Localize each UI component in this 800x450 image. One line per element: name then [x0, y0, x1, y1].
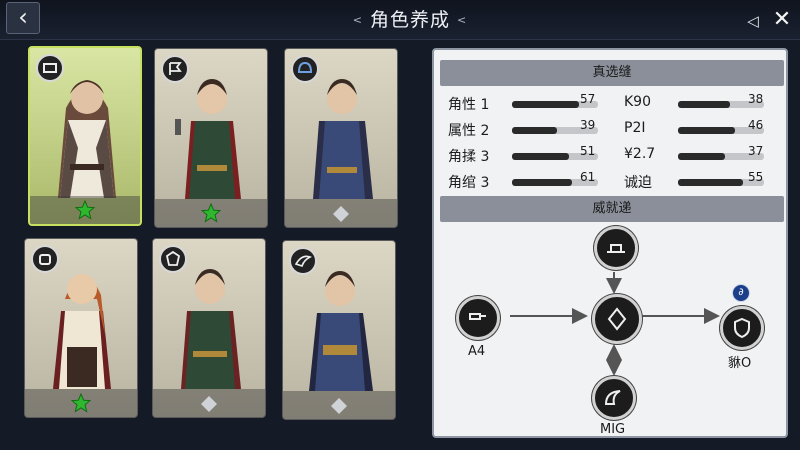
star-icon — [71, 393, 91, 413]
skill-node-hat[interactable] — [594, 226, 638, 270]
skill-node-hammer[interactable] — [456, 296, 500, 340]
character-card-6[interactable] — [282, 240, 396, 420]
character-card-3[interactable] — [284, 48, 398, 228]
emblem-icon — [607, 307, 627, 331]
page-title-text: 角色养成 — [369, 9, 450, 31]
star-icon — [201, 203, 221, 223]
title-deco-left-icon: < — [352, 13, 363, 27]
helmet-icon — [291, 55, 319, 83]
page-title: < 角色养成 < — [330, 4, 490, 36]
close-icon: ✕ — [772, 7, 792, 32]
back-button[interactable]: ‹ — [6, 2, 40, 34]
character-card-1[interactable] — [28, 46, 142, 226]
hammer-icon — [469, 313, 486, 320]
close-button[interactable]: ✕ — [770, 8, 794, 32]
top-bar: ‹ < 角色养成 < ◁ ✕ — [0, 0, 800, 40]
gauntlet-icon — [31, 245, 59, 273]
skill-node-horn[interactable] — [592, 376, 636, 420]
diamond-icon — [331, 398, 347, 414]
hat-icon — [607, 244, 625, 253]
flag-icon — [161, 55, 189, 83]
scroll-icon — [36, 54, 64, 82]
character-card-2[interactable] — [154, 48, 268, 228]
skill-node-shield[interactable] — [720, 306, 764, 350]
upgrade-badge-icon: ∂ — [732, 284, 750, 302]
chevron-left-icon: ‹ — [18, 3, 28, 31]
diamond-icon — [201, 396, 217, 412]
share-icon: ◁ — [747, 12, 759, 30]
wing-icon — [289, 247, 317, 275]
character-card-5[interactable] — [152, 238, 266, 418]
skill-node-label: MIG — [600, 422, 626, 437]
character-card-4[interactable] — [24, 238, 138, 418]
diamond-icon — [333, 206, 349, 222]
skill-node-core[interactable] — [592, 294, 642, 344]
horn-icon — [604, 390, 621, 405]
shield-icon — [734, 317, 750, 339]
skill-node-label: 貅O — [728, 356, 752, 371]
crest-icon — [159, 245, 187, 273]
share-button[interactable]: ◁ — [742, 10, 764, 32]
skill-node-label: A4 — [468, 344, 486, 359]
title-deco-right-icon: < — [457, 13, 468, 27]
star-icon — [75, 200, 95, 220]
stats-panel: 真选缝 角性 1 57 属性 2 39 角揉 3 51 角绾 3 61 K90 … — [432, 48, 788, 438]
